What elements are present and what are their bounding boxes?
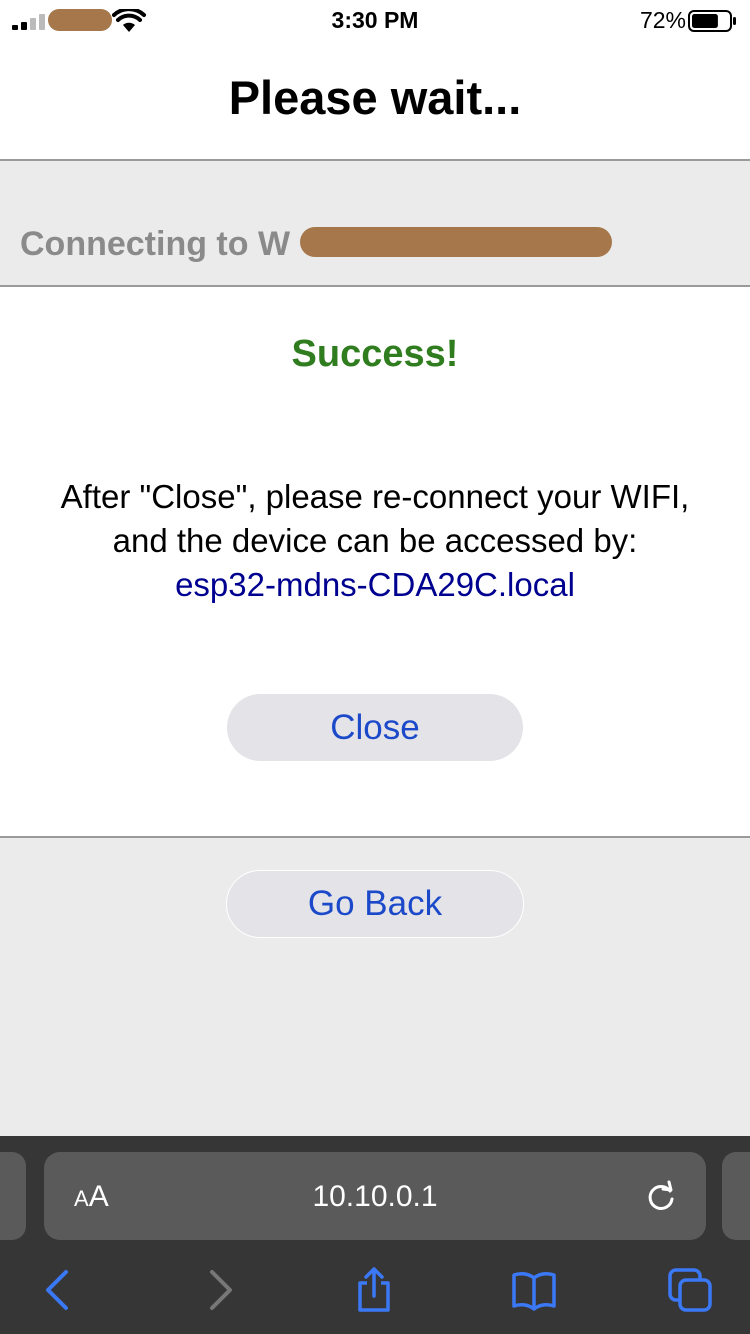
browser-toolbar: AA 10.10.0.1 xyxy=(0,1136,750,1334)
ssid-redaction xyxy=(300,227,612,257)
mdns-hostname: esp32-mdns-CDA29C.local xyxy=(175,566,575,603)
reconnect-message: After "Close", please re-connect your WI… xyxy=(60,478,690,515)
result-card: Success! After "Close", please re-connec… xyxy=(0,287,750,838)
address-bar[interactable]: AA 10.10.0.1 xyxy=(44,1152,706,1240)
next-tab-peek[interactable] xyxy=(722,1152,750,1240)
tabs-icon[interactable] xyxy=(666,1266,714,1314)
battery-icon xyxy=(688,10,736,32)
battery-percent: 72% xyxy=(639,7,686,33)
header: Please wait... xyxy=(0,42,750,161)
chevron-left-icon[interactable] xyxy=(34,1266,82,1314)
page-title: Please wait... xyxy=(228,71,522,124)
status-time: 3:30 PM xyxy=(331,7,419,33)
success-title: Success! xyxy=(291,333,459,375)
go-back-button[interactable]: Go Back xyxy=(226,870,524,938)
share-icon[interactable] xyxy=(350,1266,398,1314)
access-message: and the device can be accessed by: xyxy=(112,522,638,559)
previous-tab-peek[interactable] xyxy=(0,1152,26,1240)
connecting-status: Connecting to W xyxy=(20,225,291,263)
connecting-panel: Connecting to W xyxy=(0,161,750,287)
status-bar: 3:30 PM 72% xyxy=(0,0,750,42)
reload-icon[interactable] xyxy=(644,1180,678,1214)
url-text[interactable]: 10.10.0.1 xyxy=(44,1180,706,1214)
book-icon[interactable] xyxy=(510,1266,558,1314)
chevron-right-icon[interactable] xyxy=(196,1266,244,1314)
close-button[interactable]: Close xyxy=(227,694,523,761)
